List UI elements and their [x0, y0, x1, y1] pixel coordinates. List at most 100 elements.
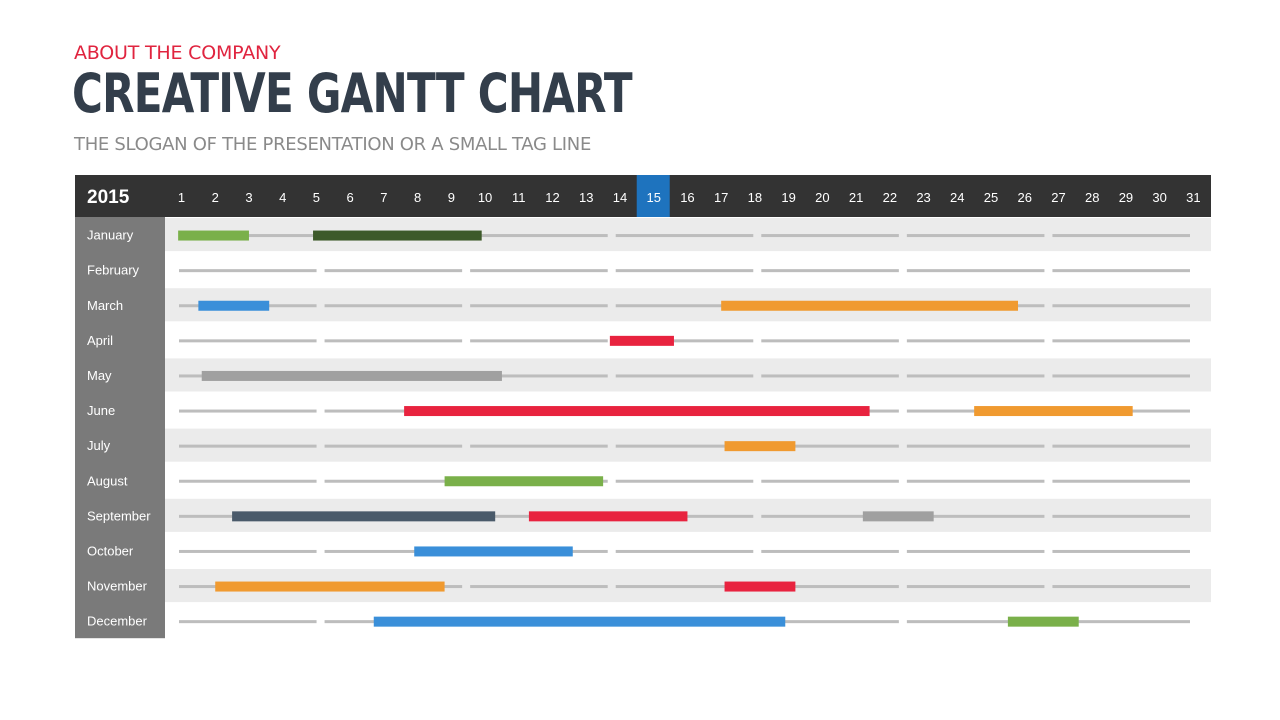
month-label: April — [87, 333, 113, 348]
track-segment — [179, 549, 317, 553]
track-segment — [906, 269, 1045, 273]
track-segment — [1052, 444, 1190, 448]
track-segment — [761, 339, 899, 343]
track-segment — [179, 269, 317, 273]
day-tick-label: 12 — [545, 190, 559, 205]
month-label: February — [87, 263, 140, 278]
day-tick-label: 28 — [1085, 190, 1099, 205]
day-tick-label: 29 — [1119, 190, 1133, 205]
track-segment — [906, 479, 1045, 483]
day-tick-label: 22 — [883, 190, 897, 205]
track-segment — [615, 234, 754, 238]
task-bar-july[interactable] — [724, 441, 796, 452]
task-bar-august[interactable] — [444, 476, 604, 487]
track-segment — [470, 585, 608, 589]
day-tick-label: 20 — [815, 190, 829, 205]
track-segment — [906, 549, 1045, 553]
year-label: 2015 — [87, 187, 130, 208]
day-tick-label: 21 — [849, 190, 863, 205]
track-segment — [470, 269, 608, 273]
track-segment — [906, 444, 1045, 448]
day-tick-label: 27 — [1051, 190, 1065, 205]
track-segment — [324, 339, 463, 343]
day-tick-label: 14 — [613, 190, 627, 205]
day-tick-label: 30 — [1152, 190, 1166, 205]
track-segment — [761, 549, 899, 553]
task-bar-december[interactable] — [1007, 616, 1079, 627]
track-segment — [179, 339, 317, 343]
day-tick-label: 6 — [347, 190, 354, 205]
track-segment — [1052, 304, 1190, 308]
track-segment — [1052, 339, 1190, 343]
month-label: May — [87, 368, 112, 383]
task-bar-april[interactable] — [609, 335, 674, 346]
task-bar-january[interactable] — [313, 230, 482, 241]
gantt-chart: 2015 1 2 3 4 5 6 7 8 9 10 11 12 13 14 15 16 17 18 19 20 21 22 2… — [75, 175, 1211, 639]
day-tick-label: 1 — [178, 190, 185, 205]
track-segment — [615, 479, 754, 483]
track-segment — [1052, 549, 1190, 553]
track-segment — [615, 374, 754, 378]
track-segment — [179, 620, 317, 624]
task-bar-december[interactable] — [373, 616, 786, 627]
day-tick-label: 11 — [512, 190, 526, 205]
track-segment — [1052, 374, 1190, 378]
day-tick-label: 17 — [714, 190, 728, 205]
day-tick-label: 18 — [748, 190, 762, 205]
track-segment — [179, 409, 317, 413]
task-bar-june[interactable] — [974, 406, 1133, 417]
month-label: November — [87, 579, 148, 594]
day-tick-label: 3 — [245, 190, 252, 205]
task-bar-january[interactable] — [178, 230, 249, 241]
chart-header: 2015 1 2 3 4 5 6 7 8 9 10 11 12 13 14 15 16 17 18 19 20 21 22 2… — [75, 175, 1211, 217]
track-segment — [761, 374, 899, 378]
month-column-background — [75, 217, 165, 639]
day-tick-label: 16 — [680, 190, 694, 205]
task-bar-march[interactable] — [198, 300, 270, 311]
task-bar-september[interactable] — [232, 511, 496, 522]
month-label: July — [87, 438, 111, 453]
track-segment — [324, 269, 463, 273]
day-tick-label: 25 — [984, 190, 998, 205]
day-tick-label: 8 — [414, 190, 421, 205]
track-segment — [179, 479, 317, 483]
month-label: June — [87, 403, 115, 418]
track-segment — [906, 585, 1045, 589]
task-bar-june[interactable] — [404, 406, 870, 417]
day-tick-label: 15 — [646, 190, 660, 205]
month-label: October — [87, 543, 134, 558]
task-bar-march[interactable] — [721, 300, 1019, 311]
day-tick-label: 2 — [212, 190, 219, 205]
task-bar-september[interactable] — [528, 511, 688, 522]
month-label: January — [87, 228, 134, 243]
track-segment — [615, 269, 754, 273]
track-segment — [1052, 234, 1190, 238]
month-label: September — [87, 508, 151, 523]
day-tick-label: 5 — [313, 190, 320, 205]
month-label: December — [87, 614, 148, 629]
track-segment — [906, 234, 1045, 238]
day-tick-label: 7 — [380, 190, 387, 205]
track-segment — [324, 444, 463, 448]
task-bar-november[interactable] — [724, 581, 796, 592]
day-tick-label: 10 — [478, 190, 492, 205]
day-tick-label: 24 — [950, 190, 964, 205]
track-segment — [470, 444, 608, 448]
day-tick-label: 31 — [1186, 190, 1200, 205]
task-bar-may[interactable] — [201, 370, 502, 381]
task-bar-october[interactable] — [414, 546, 573, 557]
track-segment — [1052, 269, 1190, 273]
track-segment — [906, 374, 1045, 378]
month-label: August — [87, 473, 128, 488]
task-bar-september[interactable] — [862, 511, 934, 522]
task-bar-november[interactable] — [215, 581, 445, 592]
day-tick-label: 23 — [916, 190, 930, 205]
track-segment — [761, 479, 899, 483]
track-segment — [1052, 479, 1190, 483]
month-column: January February March April May June July Augu… — [75, 217, 165, 639]
month-label: March — [87, 298, 123, 313]
track-segment — [470, 234, 608, 238]
day-tick-label: 4 — [279, 190, 286, 205]
track-segment — [324, 479, 463, 483]
track-segment — [1052, 514, 1190, 518]
